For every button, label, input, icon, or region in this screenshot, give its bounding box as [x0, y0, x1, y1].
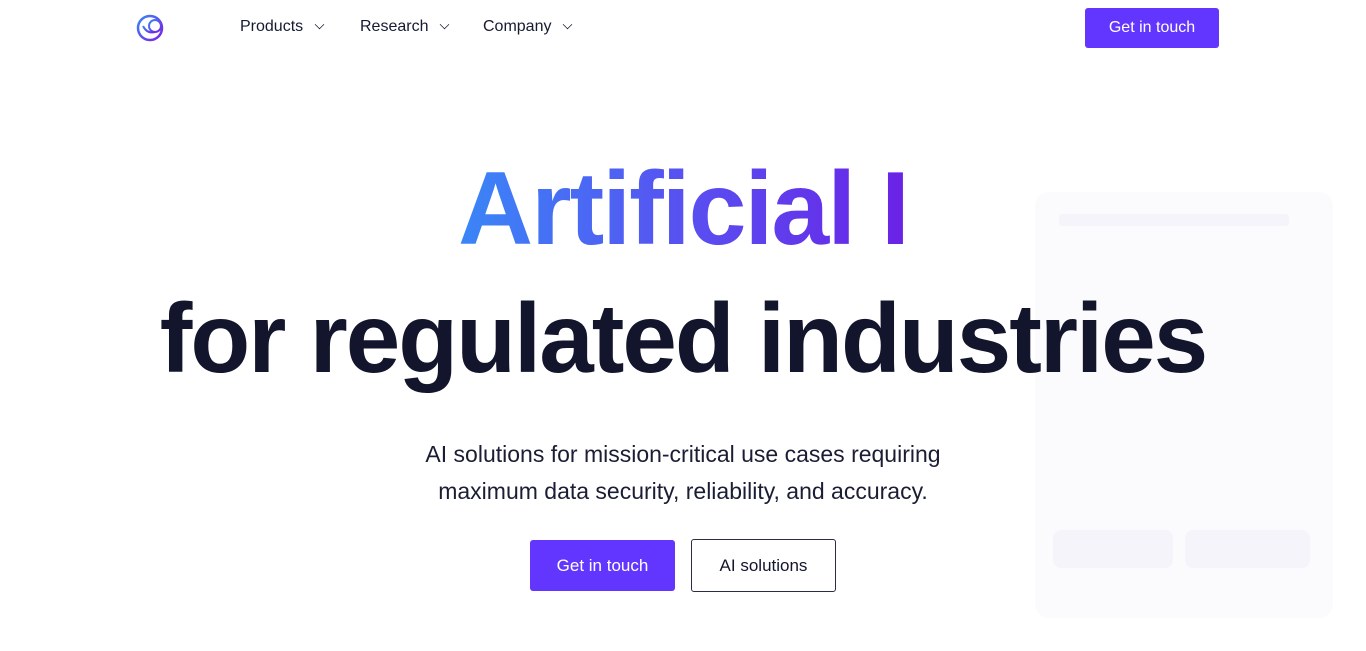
chevron-down-icon [314, 19, 325, 30]
hero-subtitle: AI solutions for mission-critical use ca… [0, 436, 1366, 510]
hero-title-line1: Artificial I [0, 150, 1366, 269]
chevron-down-icon [440, 19, 450, 30]
chevron-down-icon [563, 19, 573, 30]
nav-label: Products [240, 18, 304, 35]
company-logo[interactable] [135, 12, 167, 44]
hero-title-line2: for regulated industries [159, 283, 1209, 393]
gradient-title-text: Artificial I [458, 151, 910, 267]
nav-label: Company [483, 18, 552, 35]
placeholder-button [1053, 530, 1173, 568]
ai-solutions-button[interactable]: AI solutions [691, 539, 836, 592]
hero-get-in-touch-button[interactable]: Get in touch [530, 540, 675, 591]
subtitle-line: maximum data security, reliability, and … [438, 478, 928, 504]
nav-research[interactable]: Research [360, 18, 450, 36]
placeholder-button [1185, 530, 1310, 568]
nav-get-in-touch-button[interactable]: Get in touch [1085, 8, 1219, 48]
nav-company[interactable]: Company [483, 18, 573, 36]
subtitle-line: AI solutions for mission-critical use ca… [425, 441, 941, 467]
top-nav: Products Research Company Get in touch [0, 0, 1366, 56]
nav-products[interactable]: Products [240, 18, 325, 36]
nav-label: Research [360, 18, 429, 35]
